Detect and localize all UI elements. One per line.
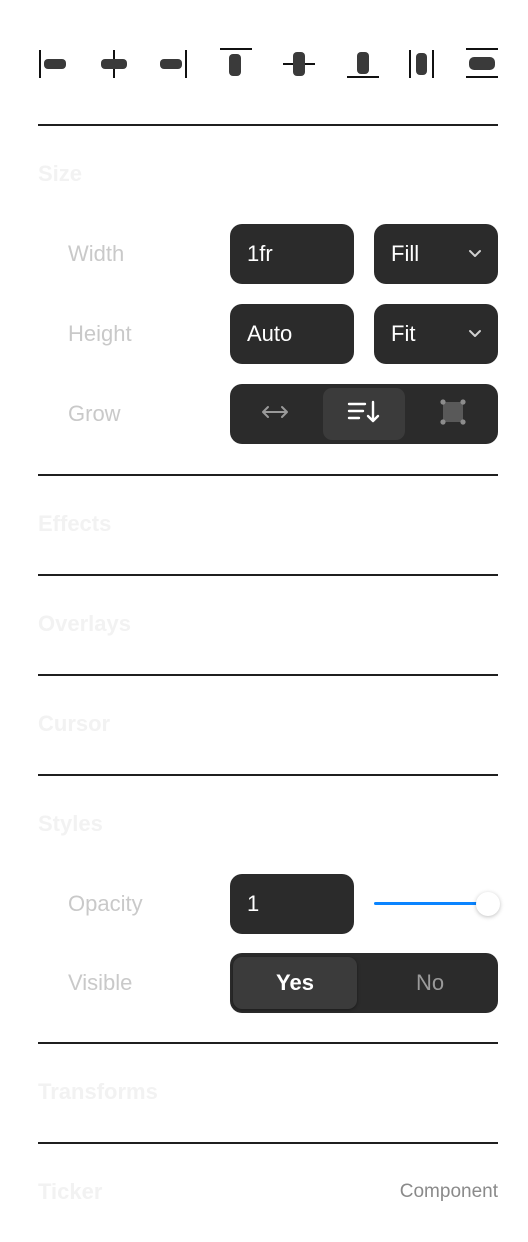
opacity-slider-knob[interactable] (476, 892, 500, 916)
section-title-overlays[interactable]: Overlays (38, 611, 131, 637)
visible-label: Visible (68, 970, 133, 995)
grow-segmented-control (230, 384, 498, 444)
align-left-icon[interactable] (38, 44, 78, 84)
grow-horizontal-option[interactable] (234, 388, 316, 440)
sort-lines-down-icon (347, 400, 381, 429)
section-title-effects[interactable]: Effects (38, 511, 111, 537)
section-title-ticker[interactable]: Ticker (38, 1179, 102, 1205)
height-label: Height (68, 321, 132, 346)
chevron-down-icon (468, 304, 482, 364)
grow-both-option[interactable] (412, 388, 494, 440)
component-link[interactable]: Component (400, 1181, 498, 1203)
height-input[interactable]: Auto (230, 304, 354, 364)
grow-vertical-option[interactable] (323, 388, 405, 440)
align-top-icon[interactable] (216, 44, 256, 84)
arrows-horizontal-icon (260, 404, 290, 425)
visible-yes-option[interactable]: Yes (233, 957, 357, 1009)
opacity-label: Opacity (68, 891, 143, 916)
section-title-transforms[interactable]: Transforms (38, 1079, 158, 1105)
resize-box-icon (440, 398, 466, 430)
section-title-cursor[interactable]: Cursor (38, 711, 110, 737)
align-center-horizontal-icon[interactable] (94, 44, 134, 84)
chevron-down-icon (468, 224, 482, 284)
divider (38, 574, 498, 576)
visible-segmented-control: Yes No (230, 953, 498, 1013)
width-mode-value: Fill (391, 241, 420, 266)
align-bottom-icon[interactable] (344, 44, 384, 84)
divider (38, 1142, 498, 1144)
opacity-slider-fill (374, 902, 486, 905)
height-mode-select[interactable]: Fit (374, 304, 498, 364)
divider (38, 124, 498, 126)
align-right-icon[interactable] (158, 44, 198, 84)
visible-no-option[interactable]: No (366, 957, 494, 1009)
align-center-vertical-icon[interactable] (280, 44, 320, 84)
distribute-horizontal-icon[interactable] (406, 44, 446, 84)
section-title-styles[interactable]: Styles (38, 811, 103, 837)
section-title-size: Size (38, 161, 83, 186)
opacity-input[interactable]: 1 (230, 874, 354, 934)
width-label: Width (68, 241, 125, 266)
divider (38, 774, 498, 776)
divider (38, 1042, 498, 1044)
divider (38, 474, 498, 476)
width-mode-select[interactable]: Fill (374, 224, 498, 284)
divider (38, 674, 498, 676)
alignment-toolbar (38, 44, 498, 84)
height-mode-value: Fit (391, 321, 416, 346)
distribute-vertical-icon[interactable] (462, 44, 502, 84)
grow-label: Grow (68, 401, 121, 426)
width-input[interactable]: 1fr (230, 224, 354, 284)
